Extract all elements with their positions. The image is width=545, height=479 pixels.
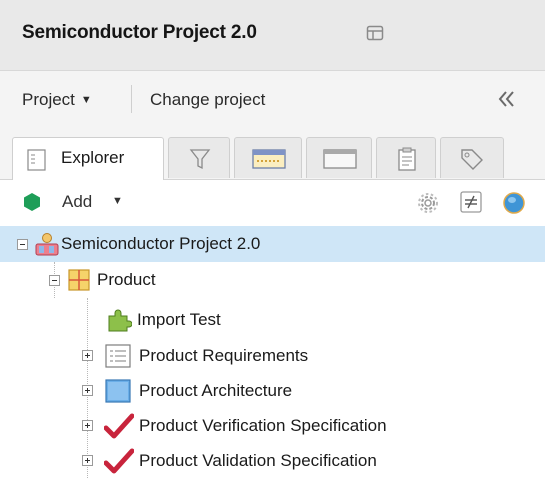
tree-item-product[interactable]: Product bbox=[0, 262, 545, 298]
collapse-toggle-icon[interactable] bbox=[17, 239, 28, 250]
clipboard-icon bbox=[398, 147, 416, 171]
settings-gear-icon[interactable] bbox=[416, 191, 440, 215]
folder-grid-icon bbox=[68, 269, 90, 291]
tree-item-import-test[interactable]: Import Test bbox=[0, 302, 545, 338]
panel-header: Semiconductor Project 2.0 bbox=[0, 0, 545, 71]
puzzle-icon bbox=[108, 309, 132, 332]
tree-item-product-verification-spec[interactable]: Product Verification Specification bbox=[0, 408, 545, 444]
explorer-toolbar: Add ▼ bbox=[0, 180, 545, 224]
expand-toggle-icon[interactable] bbox=[82, 420, 93, 431]
caret-down-icon[interactable]: ▼ bbox=[112, 195, 123, 207]
timeline-icon bbox=[252, 149, 286, 169]
expand-toggle-icon[interactable] bbox=[82, 350, 93, 361]
add-button[interactable]: Add bbox=[62, 192, 92, 212]
checkmark-icon bbox=[104, 413, 134, 439]
compare-icon[interactable] bbox=[460, 191, 482, 213]
filter-icon bbox=[189, 149, 211, 170]
tab-explorer[interactable]: Explorer bbox=[12, 137, 164, 180]
globe-icon[interactable] bbox=[502, 191, 526, 215]
collapse-panel-icon[interactable] bbox=[496, 88, 518, 110]
tab-timeline[interactable] bbox=[234, 137, 302, 178]
tab-window[interactable] bbox=[306, 137, 372, 178]
tab-explorer-label: Explorer bbox=[61, 148, 125, 167]
explorer-tree: Semiconductor Project 2.0 Product Import… bbox=[0, 226, 545, 479]
tree-item-product-architecture[interactable]: Product Architecture bbox=[0, 373, 545, 409]
explorer-icon bbox=[27, 149, 46, 171]
caret-down-icon: ▼ bbox=[80, 94, 92, 106]
project-menu-label: Project bbox=[22, 90, 75, 109]
tree-item-root[interactable]: Semiconductor Project 2.0 bbox=[0, 226, 545, 262]
tree-item-product-requirements[interactable]: Product Requirements bbox=[0, 338, 545, 374]
expand-toggle-icon[interactable] bbox=[82, 385, 93, 396]
tab-tags[interactable] bbox=[440, 137, 504, 178]
page-title: Semiconductor Project 2.0 bbox=[22, 22, 257, 43]
document-list-icon bbox=[105, 344, 131, 368]
divider bbox=[131, 85, 132, 113]
change-project-link[interactable]: Change project bbox=[150, 90, 265, 110]
project-menu[interactable]: Project ▼ bbox=[22, 90, 92, 110]
tree-item-label: Import Test bbox=[137, 310, 221, 329]
expand-toggle-icon[interactable] bbox=[82, 455, 93, 466]
tree-item-label: Semiconductor Project 2.0 bbox=[61, 234, 261, 253]
tag-icon bbox=[461, 149, 483, 170]
tree-item-label: Product Validation Specification bbox=[139, 451, 377, 470]
tree-item-label: Product Requirements bbox=[139, 346, 309, 365]
checkmark-icon bbox=[104, 448, 134, 474]
panel-layout-icon[interactable] bbox=[366, 24, 384, 42]
tab-filter[interactable] bbox=[168, 137, 230, 178]
project-icon bbox=[35, 233, 59, 256]
collapse-toggle-icon[interactable] bbox=[49, 275, 60, 286]
tree-item-label: Product Verification Specification bbox=[139, 416, 387, 435]
architecture-icon bbox=[105, 379, 131, 403]
add-hexagon-icon[interactable] bbox=[22, 192, 42, 212]
window-icon bbox=[323, 149, 357, 169]
tree-item-label: Product Architecture bbox=[139, 381, 293, 400]
view-tabs: Explorer bbox=[0, 127, 545, 180]
tree-item-product-validation-spec[interactable]: Product Validation Specification bbox=[0, 443, 545, 479]
tree-item-label: Product bbox=[97, 270, 156, 289]
tab-clipboard[interactable] bbox=[376, 137, 436, 178]
project-bar: Project ▼ Change project bbox=[0, 71, 545, 127]
